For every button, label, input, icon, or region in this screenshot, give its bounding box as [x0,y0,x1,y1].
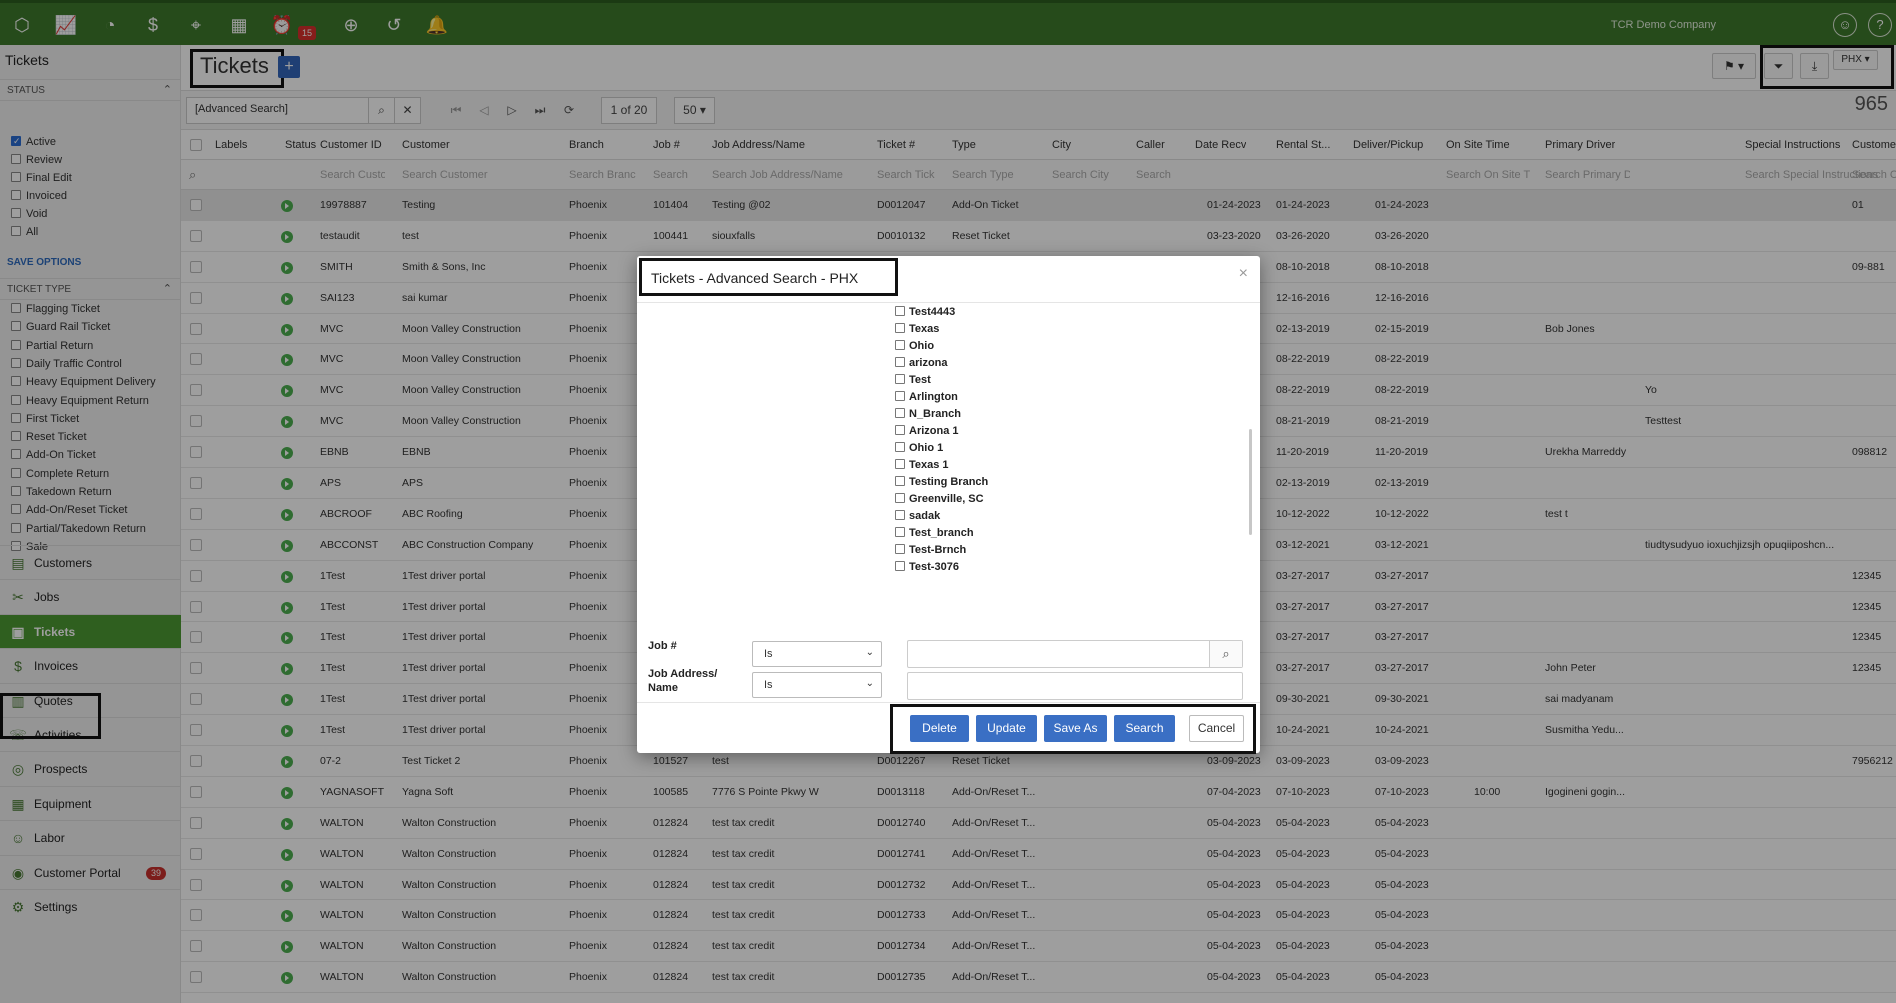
branch-checkbox[interactable] [895,408,905,418]
branch-label: Test_branch [909,527,974,539]
branch-checkbox[interactable] [895,527,905,537]
chevron-down-icon: ⌄ [865,678,874,689]
branch-checkbox[interactable] [895,425,905,435]
branch-checkbox-item[interactable]: Test-Brnch [895,543,966,557]
save-as-button[interactable]: Save As [1044,715,1107,742]
branch-label: Texas 1 [909,459,949,471]
branch-label: Test-Brnch [909,544,967,556]
branch-checkbox-item[interactable]: Arlington [895,390,958,404]
branch-label: arizona [909,357,948,369]
branch-label: Greenville, SC [909,493,984,505]
job-number-label: Job # [648,640,677,652]
branch-label: Arlington [909,391,958,403]
branch-checkbox-item[interactable]: Test [895,373,931,387]
branch-label: Test [909,374,931,386]
update-button[interactable]: Update [976,715,1037,742]
branch-label: N_Branch [909,408,961,420]
job-number-operator-value: Is [764,648,773,660]
branch-checkbox[interactable] [895,561,905,571]
chevron-down-icon: ⌄ [865,647,874,658]
branch-checkbox[interactable] [895,510,905,520]
modal-footer: Delete Update Save As Search Cancel [637,702,1260,754]
branch-checkbox-item[interactable]: Test-3076 [895,560,959,574]
branch-label: Ohio [909,340,935,352]
branch-label: Test-3076 [909,561,959,573]
modal-scrollbar[interactable] [1249,429,1252,535]
search-submit-button[interactable]: Search [1114,715,1175,742]
branch-checkbox-item[interactable]: Texas [895,322,939,336]
job-address-label: Job Address/ Name [648,668,718,694]
advanced-search-modal: Tickets - Advanced Search - PHX × Test44… [637,256,1260,754]
cancel-button[interactable]: Cancel [1189,715,1244,742]
close-icon[interactable]: × [1239,265,1248,283]
branch-label: Texas [909,323,940,335]
branch-checkbox[interactable] [895,340,905,350]
branch-label: Testing Branch [909,476,989,488]
branch-checkbox-item[interactable]: Greenville, SC [895,492,984,506]
modal-title: Tickets - Advanced Search - PHX [639,258,898,296]
branch-checkbox-item[interactable]: Texas 1 [895,458,949,472]
branch-checkbox[interactable] [895,442,905,452]
modal-body: Test4443 Texas Ohio arizona Test Arlington N_B… [637,302,1260,702]
branch-checkbox-item[interactable]: Testing Branch [895,475,988,489]
branch-checkbox[interactable] [895,493,905,503]
branch-label: Ohio 1 [909,442,944,454]
job-number-input[interactable]: ⌕ [907,640,1243,668]
branch-checkbox[interactable] [895,323,905,333]
branch-checkbox-item[interactable]: Ohio 1 [895,441,943,455]
branch-checkbox-item[interactable]: Test4443 [895,305,955,319]
branch-checkbox[interactable] [895,544,905,554]
job-number-operator-select[interactable]: Is ⌄ [752,641,882,667]
branch-label: sadak [909,510,941,522]
branch-checkbox-item[interactable]: sadak [895,509,940,523]
job-lookup-search-icon[interactable]: ⌕ [1209,641,1242,667]
delete-button[interactable]: Delete [910,715,969,742]
branch-label: Test4443 [909,306,956,318]
job-address-input[interactable] [907,672,1243,700]
branch-checkbox-item[interactable]: Test_branch [895,526,974,540]
branch-checkbox-item[interactable]: Arizona 1 [895,424,959,438]
branch-checkbox[interactable] [895,357,905,367]
branch-checkbox[interactable] [895,374,905,384]
branch-checkbox[interactable] [895,306,905,316]
branch-label: Arizona 1 [909,425,959,437]
job-address-operator-value: Is [764,679,773,691]
branch-checkbox[interactable] [895,391,905,401]
branch-checkbox-item[interactable]: Ohio [895,339,934,353]
branch-checkbox[interactable] [895,459,905,469]
branch-checkbox[interactable] [895,476,905,486]
branch-checkbox-item[interactable]: arizona [895,356,948,370]
branch-checkbox-item[interactable]: N_Branch [895,407,961,421]
job-address-operator-select[interactable]: Is ⌄ [752,672,882,698]
